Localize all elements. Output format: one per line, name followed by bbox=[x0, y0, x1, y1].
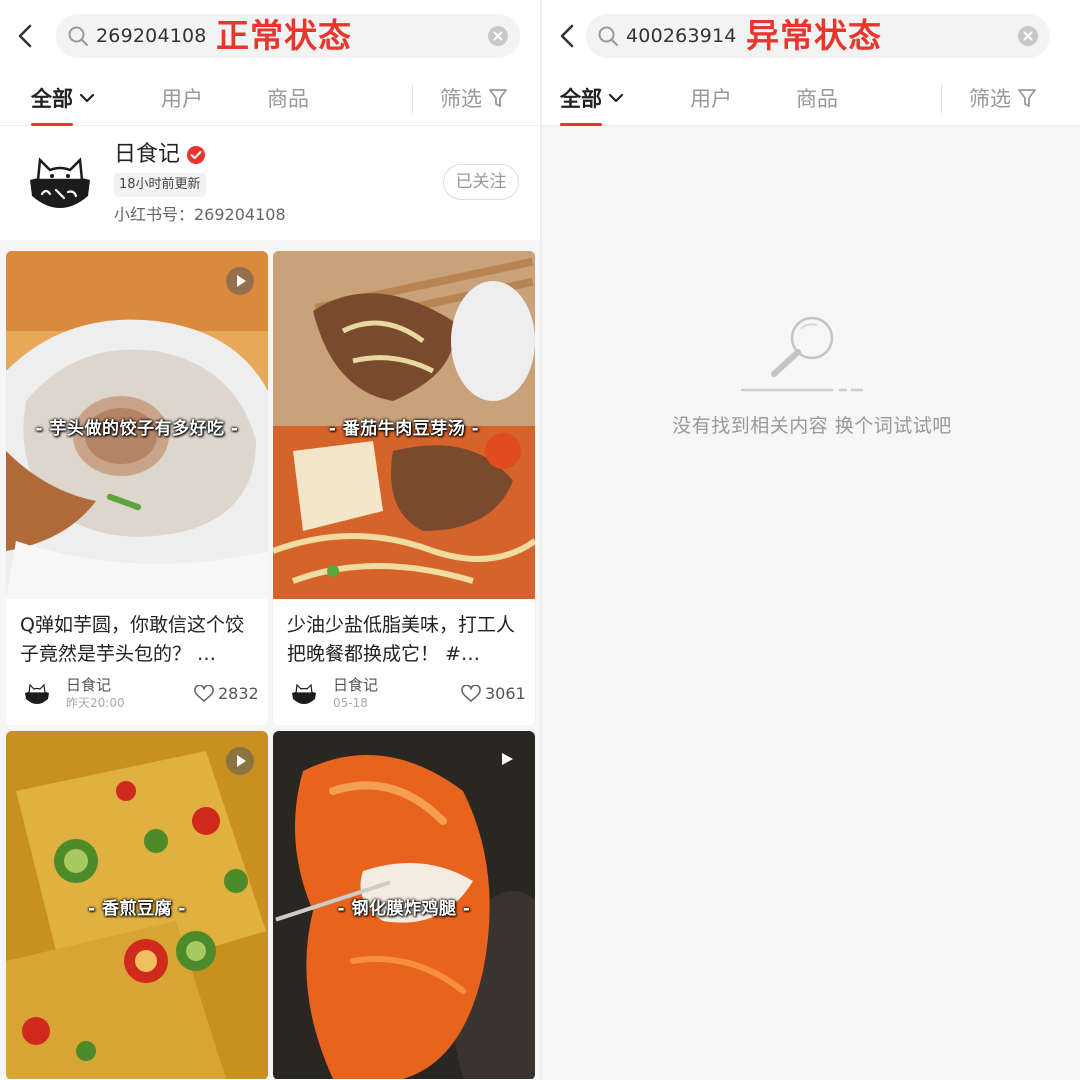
cover-caption: - 芋头做的饺子有多好吃 - bbox=[35, 419, 239, 439]
filter-icon bbox=[489, 89, 507, 107]
tab-divider bbox=[941, 84, 942, 114]
tab-products[interactable]: 商品 bbox=[267, 84, 309, 114]
back-button[interactable] bbox=[12, 20, 40, 52]
search-query: 400263914 bbox=[626, 25, 737, 47]
search-icon bbox=[68, 26, 88, 46]
filter-button[interactable]: 筛选 bbox=[969, 84, 1037, 114]
heart-icon[interactable] bbox=[194, 685, 214, 703]
clear-icon[interactable] bbox=[488, 26, 508, 46]
note-cover: - 番茄牛肉豆芽汤 - bbox=[273, 251, 535, 599]
tab-all[interactable]: 全部 bbox=[560, 84, 624, 114]
active-tab-indicator bbox=[31, 123, 73, 126]
post-time: 昨天20:00 bbox=[66, 696, 125, 710]
active-tab-indicator bbox=[560, 123, 602, 126]
follow-button[interactable]: 已关注 bbox=[443, 164, 519, 200]
chevron-down-icon bbox=[608, 93, 624, 103]
search-header: 400263914 异常状态 bbox=[542, 0, 1080, 72]
tab-label: 全部 bbox=[31, 87, 73, 111]
cover-caption: - 番茄牛肉豆芽汤 - bbox=[328, 419, 480, 439]
play-icon bbox=[502, 753, 513, 765]
magnifier-icon bbox=[740, 316, 864, 392]
filter-icon bbox=[1018, 89, 1036, 107]
play-icon bbox=[226, 747, 254, 775]
tab-divider bbox=[412, 84, 413, 114]
user-id: 小红书号：269204108 bbox=[114, 205, 286, 224]
search-icon bbox=[598, 26, 618, 46]
post-time: 05-18 bbox=[333, 696, 368, 710]
state-label: 异常状态 bbox=[746, 16, 882, 55]
note-cover: - 钢化膜炸鸡腿 - bbox=[273, 731, 535, 1079]
tab-bar: 全部 用户 商品 筛选 bbox=[0, 72, 540, 126]
empty-state-message: 没有找到相关内容 换个词试试吧 bbox=[672, 415, 952, 437]
like-count: 2832 bbox=[218, 684, 259, 703]
back-button[interactable] bbox=[554, 20, 582, 52]
like-count: 3061 bbox=[485, 684, 526, 703]
verified-icon bbox=[187, 146, 206, 164]
note-cover: - 芋头做的饺子有多好吃 - bbox=[6, 251, 268, 599]
tab-users[interactable]: 用户 bbox=[161, 84, 203, 114]
note-card[interactable]: - 番茄牛肉豆芽汤 - 少油少盐低脂美味，打工人把晚餐都换成它！ #… 日食记 … bbox=[273, 251, 535, 725]
author-name: 日食记 bbox=[333, 676, 379, 694]
search-input[interactable]: 269204108 正常状态 bbox=[56, 14, 520, 58]
cat-logo-icon bbox=[22, 146, 98, 222]
heart-icon[interactable] bbox=[461, 685, 481, 703]
search-input[interactable]: 400263914 异常状态 bbox=[586, 14, 1050, 58]
avatar bbox=[289, 679, 319, 709]
tab-products[interactable]: 商品 bbox=[796, 84, 838, 114]
normal-state-panel: 269204108 正常状态 全部 用户 商品 筛选 日食记 18小时前更新 小… bbox=[0, 0, 540, 1080]
filter-button[interactable]: 筛选 bbox=[440, 84, 508, 114]
note-author-row: 日食记 05-18 3061 bbox=[289, 675, 529, 715]
filter-label: 筛选 bbox=[440, 87, 482, 111]
note-title: 少油少盐低脂美味，打工人把晚餐都换成它！ #… bbox=[287, 614, 516, 665]
note-author-row: 日食记 昨天20:00 2832 bbox=[22, 675, 262, 715]
tab-users[interactable]: 用户 bbox=[690, 84, 732, 114]
tab-bar: 全部 用户 商品 筛选 bbox=[542, 72, 1080, 126]
note-card[interactable]: - 香煎豆腐 - bbox=[6, 731, 268, 1080]
cover-caption: - 钢化膜炸鸡腿 - bbox=[337, 899, 471, 919]
clear-icon[interactable] bbox=[1018, 26, 1038, 46]
avatar bbox=[22, 679, 52, 709]
user-name: 日食记 bbox=[114, 142, 181, 167]
play-icon bbox=[226, 267, 254, 295]
note-card[interactable]: - 芋头做的饺子有多好吃 - Q弹如芋圆，你敢信这个饺子竟然是芋头包的？ … 日… bbox=[6, 251, 268, 725]
user-result-card[interactable]: 日食记 18小时前更新 小红书号：269204108 已关注 bbox=[0, 128, 540, 240]
author-name: 日食记 bbox=[66, 676, 112, 694]
tab-label: 全部 bbox=[560, 87, 602, 111]
back-icon bbox=[560, 24, 574, 48]
note-title: Q弹如芋圆，你敢信这个饺子竟然是芋头包的？ … bbox=[20, 614, 244, 665]
back-icon bbox=[18, 24, 32, 48]
notes-grid: - 芋头做的饺子有多好吃 - Q弹如芋圆，你敢信这个饺子竟然是芋头包的？ … 日… bbox=[0, 240, 540, 1080]
tab-all[interactable]: 全部 bbox=[31, 84, 95, 114]
note-cover: - 香煎豆腐 - bbox=[6, 731, 268, 1079]
note-card[interactable]: - 钢化膜炸鸡腿 - bbox=[273, 731, 535, 1080]
cover-caption: - 香煎豆腐 - bbox=[88, 899, 186, 919]
search-query: 269204108 bbox=[96, 25, 207, 47]
update-badge: 18小时前更新 bbox=[114, 173, 206, 197]
abnormal-state-panel: 400263914 异常状态 全部 用户 商品 筛选 没有找到相关内容 换个词试… bbox=[540, 0, 1080, 1080]
search-header: 269204108 正常状态 bbox=[0, 0, 540, 72]
user-name-row: 日食记 bbox=[114, 140, 206, 170]
filter-label: 筛选 bbox=[969, 87, 1011, 111]
state-label: 正常状态 bbox=[216, 16, 352, 55]
avatar[interactable] bbox=[22, 146, 98, 222]
chevron-down-icon bbox=[79, 93, 95, 103]
